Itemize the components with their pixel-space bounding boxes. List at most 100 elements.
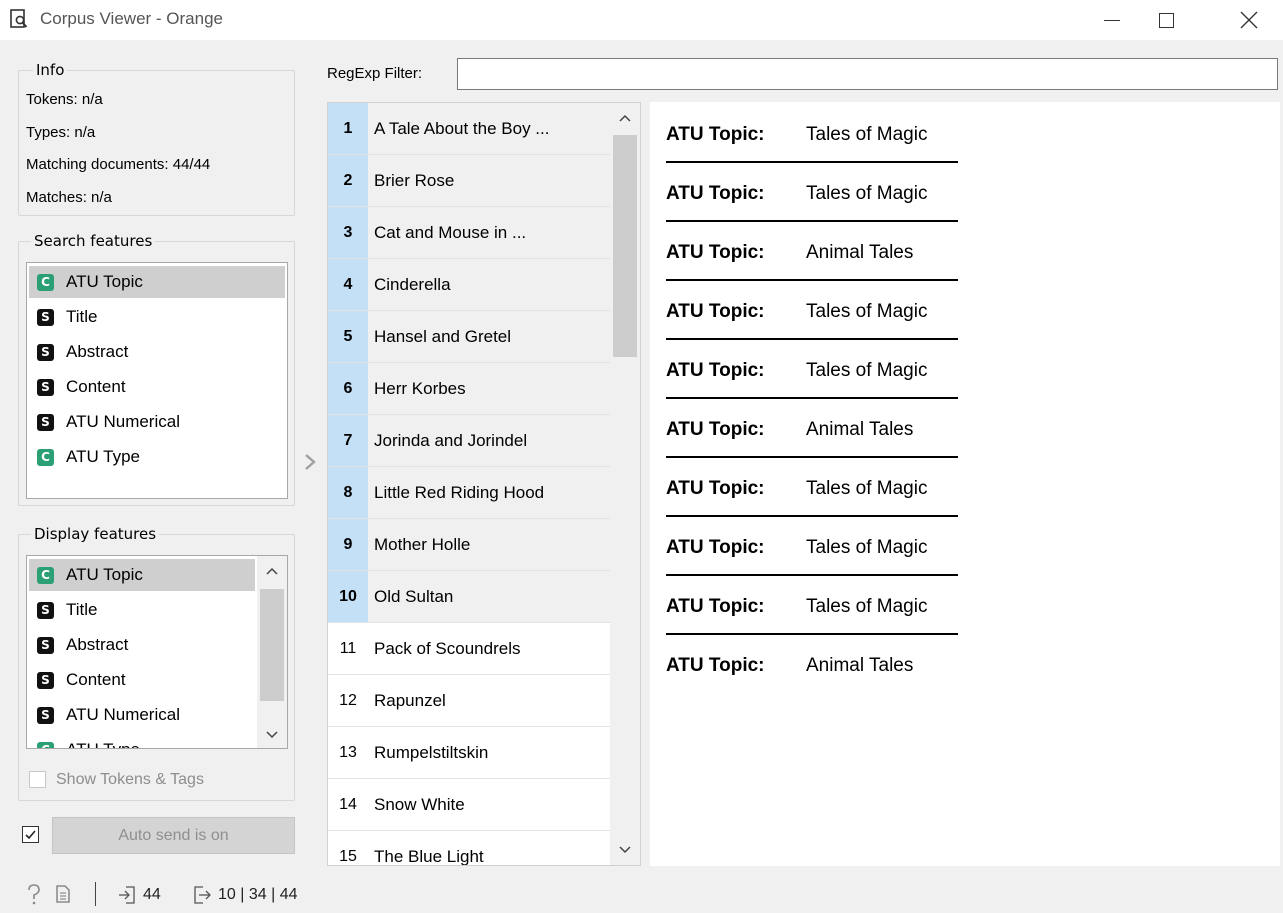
search-feature-item[interactable]: C ATU Topic [29,266,285,298]
status-divider [95,882,96,906]
help-icon[interactable] [26,884,42,906]
matching-documents-text: Matching documents: 44/44 [26,156,211,173]
feature-label: ATU Type [66,447,141,466]
feature-label: ATU Numerical [66,412,180,431]
close-button[interactable] [1226,6,1272,34]
minimize-icon [1104,19,1120,21]
document-title: Cinderella [368,259,610,310]
string-variable-icon: S [37,706,54,724]
document-title: Old Sultan [368,571,610,622]
scroll-down-icon[interactable] [264,728,280,742]
search-feature-item[interactable]: S ATU Numerical [29,406,285,438]
topic-value: Tales of Magic [806,478,928,499]
feature-label: Content [66,670,126,689]
content-entry: ATU Topic: Tales of Magic [666,279,958,340]
content-entry: ATU Topic: Tales of Magic [666,456,958,517]
document-row[interactable]: 12 Rapunzel [328,675,610,727]
feature-label: Title [66,307,98,326]
topic-key: ATU Topic: [666,360,765,381]
document-title: Pack of Scoundrels [368,623,610,674]
string-variable-icon: S [37,308,54,326]
scroll-up-icon[interactable] [617,111,633,125]
topic-value: Animal Tales [806,655,914,676]
topic-key: ATU Topic: [666,537,765,558]
output-arrow-icon [194,886,211,904]
topic-value: Animal Tales [806,242,914,263]
topic-value: Tales of Magic [806,360,928,381]
document-row[interactable]: 4 Cinderella [328,259,610,311]
types-text: Types: n/a [26,124,96,141]
show-tokens-checkbox[interactable] [29,771,46,788]
continuous-variable-icon: C [37,741,54,748]
search-feature-item[interactable]: S Title [29,301,285,333]
document-index: 14 [339,795,357,813]
document-row[interactable]: 11 Pack of Scoundrels [328,623,610,675]
document-list[interactable]: 1 A Tale About the Boy ... 2 Brier Rose … [327,102,641,866]
display-feature-item[interactable]: S Content [29,664,255,696]
topic-value: Tales of Magic [806,301,928,322]
input-summary: 44 [118,886,161,904]
feature-label: ATU Numerical [66,705,180,724]
output-summary: 10 | 34 | 44 [193,886,297,904]
continuous-variable-icon: C [37,566,54,584]
string-variable-icon: S [37,601,54,619]
feature-label: ATU Type [66,740,140,748]
search-feature-item[interactable]: C ATU Type [29,441,285,473]
close-icon [1240,11,1258,29]
document-row[interactable]: 2 Brier Rose [328,155,610,207]
content-entry: ATU Topic: Tales of Magic [666,338,958,399]
continuous-variable-icon: C [37,273,54,291]
document-index: 9 [328,519,368,570]
document-row[interactable]: 5 Hansel and Gretel [328,311,610,363]
document-index: 3 [328,207,368,258]
document-title: Cat and Mouse in ... [368,207,610,258]
maximize-button[interactable] [1143,6,1189,34]
scroll-down-icon[interactable] [617,843,633,857]
scrollbar-thumb[interactable] [260,589,284,701]
display-features-title: Display features [31,525,160,543]
display-feature-item[interactable]: S ATU Numerical [29,699,255,731]
search-feature-item[interactable]: S Abstract [29,336,285,368]
report-icon[interactable] [56,885,70,903]
search-feature-item[interactable]: S Content [29,371,285,403]
display-feature-item[interactable]: S Abstract [29,629,255,661]
input-arrow-icon [119,886,135,904]
feature-label: ATU Topic [66,565,143,584]
status-bar: 44 10 | 34 | 44 [0,876,1283,913]
document-row[interactable]: 14 Snow White [328,779,610,831]
display-feature-item[interactable]: S Title [29,594,255,626]
document-row[interactable]: 7 Jorinda and Jorindel [328,415,610,467]
scroll-up-icon[interactable] [264,564,280,578]
display-features-list[interactable]: C ATU Topic S Title S Abstract S Content… [26,555,288,749]
topic-value: Tales of Magic [806,596,928,617]
auto-send-checkbox[interactable] [22,826,39,843]
document-row[interactable]: 1 A Tale About the Boy ... [328,103,610,155]
show-tokens-label: Show Tokens & Tags [56,771,204,788]
minimize-button[interactable] [1089,6,1135,34]
document-row[interactable]: 3 Cat and Mouse in ... [328,207,610,259]
splitter-arrow-icon[interactable] [303,452,317,478]
display-feature-item[interactable]: C ATU Type [29,734,255,748]
string-variable-icon: S [37,636,54,654]
document-list-scrollbar[interactable] [610,103,640,865]
regexp-filter-input[interactable] [457,58,1278,90]
feature-label: Abstract [66,635,129,654]
document-row[interactable]: 9 Mother Holle [328,519,610,571]
document-row[interactable]: 6 Herr Korbes [328,363,610,415]
document-title: Rapunzel [368,675,610,726]
auto-send-button[interactable]: Auto send is on [52,817,295,854]
display-features-scrollbar[interactable] [257,556,287,748]
document-row[interactable]: 10 Old Sultan [328,571,610,623]
topic-key: ATU Topic: [666,655,765,676]
matches-text: Matches: n/a [26,189,112,206]
display-feature-item[interactable]: C ATU Topic [29,559,255,591]
tokens-text: Tokens: n/a [26,91,103,108]
document-title: Snow White [368,779,610,830]
document-row[interactable]: 13 Rumpelstiltskin [328,727,610,779]
search-features-list[interactable]: C ATU Topic S Title S Abstract S Content… [26,262,288,499]
topic-key: ATU Topic: [666,183,765,204]
scrollbar-thumb[interactable] [613,135,637,357]
document-row[interactable]: 8 Little Red Riding Hood [328,467,610,519]
document-row[interactable]: 15 The Blue Light [328,831,610,865]
document-index: 5 [328,311,368,362]
